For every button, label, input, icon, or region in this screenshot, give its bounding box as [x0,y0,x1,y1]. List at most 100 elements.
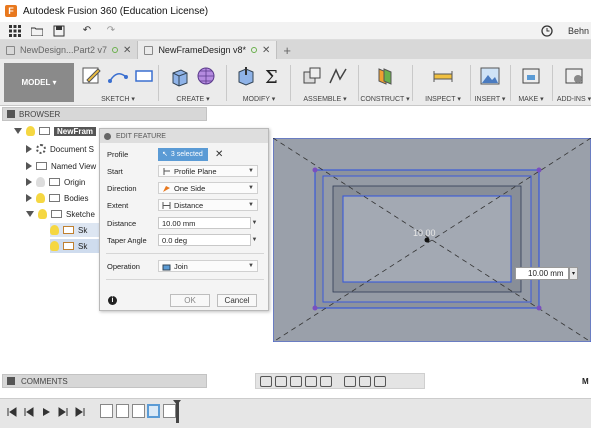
step-back-icon[interactable] [24,407,34,417]
timeline-selected-feature[interactable] [147,404,160,418]
tree-item-sketch-2[interactable]: Sk [50,239,100,253]
orbit-icon[interactable] [260,375,272,387]
tab-document-2[interactable]: NewFrameDesign v8* ✕ [138,41,278,59]
collapse-dialog-icon[interactable] [104,132,111,140]
go-to-end-icon[interactable] [75,407,85,417]
new-tab-button[interactable]: + [283,41,291,59]
assemble-group[interactable]: ASSEMBLE ▾ [294,59,356,106]
collapse-panel-icon[interactable] [7,110,15,118]
redo-icon[interactable]: ↷ [104,25,118,37]
workspace-switcher[interactable]: MODEL ▾ [4,63,74,102]
chevron-down-icon[interactable]: ▼ [251,217,258,229]
modify-group[interactable]: Σ MODIFY ▾ [230,59,288,106]
add-ins-group[interactable]: ADD-INS ▾ [554,59,591,106]
direction-dropdown[interactable]: One Side ▼ [158,182,258,194]
inspect-group[interactable]: INSPECT ▾ [418,59,468,106]
insert-image-icon[interactable] [479,65,501,87]
tree-item-document-settings[interactable]: Document S [26,142,94,156]
3d-viewport[interactable]: 10.00 [272,137,591,343]
expand-arrow-icon[interactable] [26,162,32,170]
collapse-panel-icon[interactable] [7,377,15,385]
sketch-icon[interactable] [81,65,103,87]
timeline-marker[interactable] [173,400,181,423]
visibility-bulb-icon[interactable] [36,193,45,203]
offset-plane-icon[interactable] [374,65,396,87]
scripts-addins-icon[interactable] [563,65,585,87]
tree-item-sketches[interactable]: Sketche [26,207,95,221]
grid-settings-icon[interactable] [359,375,371,387]
zoom-icon[interactable] [305,375,317,387]
save-icon[interactable] [52,25,66,37]
visibility-bulb-icon[interactable] [50,225,59,235]
operation-dropdown[interactable]: Join ▼ [158,260,258,272]
chevron-down-icon[interactable]: ▼ [251,234,258,246]
new-component-icon[interactable] [301,65,323,87]
taper-angle-input[interactable]: 0.0 deg [158,234,251,246]
expand-arrow-icon[interactable] [26,194,32,202]
clear-selection-icon[interactable]: ✕ [215,149,223,160]
file-menu-icon[interactable] [30,25,44,37]
timeline-extrude-feature[interactable] [116,404,129,418]
construct-group[interactable]: CONSTRUCT ▾ [360,59,410,106]
press-pull-icon[interactable] [235,65,257,87]
tree-root[interactable]: NewFram [14,124,97,138]
info-icon[interactable]: i [108,296,117,305]
visibility-bulb-icon[interactable] [38,209,47,219]
extent-dropdown[interactable]: Distance ▼ [158,199,258,211]
expand-arrow-icon[interactable] [14,128,22,134]
rectangle-icon[interactable] [133,65,155,87]
create-group[interactable]: CREATE ▾ [162,59,224,106]
undo-icon[interactable]: ↶ [80,25,94,37]
expand-arrow-icon[interactable] [26,145,32,153]
ok-button[interactable]: OK [170,294,210,307]
profile-selection-button[interactable]: ↖ 3 selected [158,147,208,161]
browser-panel-header[interactable]: BROWSER [2,107,207,121]
display-settings-icon[interactable] [344,375,356,387]
comments-panel-header[interactable]: COMMENTS [2,374,207,388]
visibility-bulb-icon[interactable] [36,177,45,187]
sketch-group[interactable]: SKETCH ▾ [80,59,156,106]
visibility-bulb-icon[interactable] [26,126,35,136]
tree-item-sketch-1[interactable]: Sk [50,223,100,237]
user-name[interactable]: Behn [568,26,589,36]
play-icon[interactable] [41,407,51,417]
3d-print-icon[interactable] [520,65,542,87]
timeline-extrude-feature[interactable] [132,404,145,418]
distance-input[interactable]: 10.00 mm [158,217,251,229]
start-dropdown[interactable]: Profile Plane ▼ [158,165,258,177]
viewports-icon[interactable] [374,375,386,387]
step-forward-icon[interactable] [58,407,68,417]
form-icon[interactable] [195,65,217,87]
grid-menu-icon[interactable] [8,24,22,37]
operation-value: Join [174,261,188,271]
pan-hand-icon[interactable] [290,375,302,387]
tab-document-1[interactable]: NewDesign...Part2 v7 ✕ [0,41,139,59]
go-to-start-icon[interactable] [7,407,17,417]
close-tab-icon[interactable]: ✕ [262,45,270,56]
tree-item-named-views[interactable]: Named View [26,159,96,173]
job-status-clock-icon[interactable] [540,24,554,37]
tree-item-bodies[interactable]: Bodies [26,191,88,205]
dialog-header[interactable]: EDIT FEATURE [100,129,268,143]
timeline-sketch-feature[interactable] [163,404,176,418]
expand-arrow-icon[interactable] [26,178,32,186]
parameters-sigma-icon[interactable]: Σ [261,65,283,87]
extrude-icon[interactable] [169,65,191,87]
measure-icon[interactable] [432,65,454,87]
distance-manipulator-input[interactable]: 10.00 mm [515,267,569,280]
expand-arrow-icon[interactable] [26,211,34,217]
timeline-sketch-feature[interactable] [100,404,113,418]
tree-item-origin[interactable]: Origin [26,175,85,189]
zoom-window-icon[interactable] [320,375,332,387]
insert-group[interactable]: INSERT ▾ [472,59,508,106]
make-group[interactable]: MAKE ▾ [512,59,550,106]
sync-status-icon [112,47,119,53]
design-canvas[interactable]: 10.00 [272,137,591,343]
visibility-bulb-icon[interactable] [50,241,59,251]
chevron-down-icon[interactable]: ▾ [569,267,578,280]
look-at-icon[interactable] [275,375,287,387]
close-tab-icon[interactable]: ✕ [123,45,131,56]
cancel-button[interactable]: Cancel [217,294,257,307]
joint-icon[interactable] [327,65,349,87]
line-icon[interactable] [107,65,129,87]
